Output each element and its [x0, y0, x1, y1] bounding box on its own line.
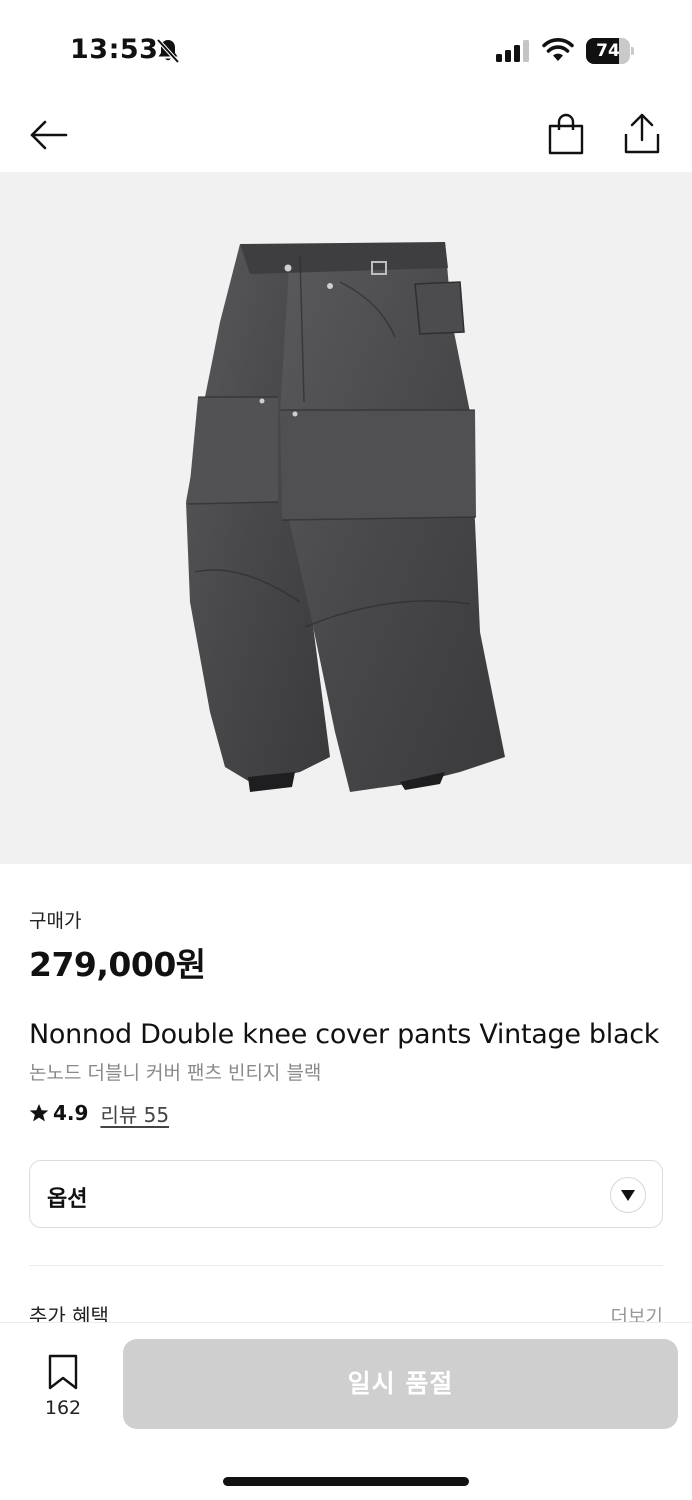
share-icon[interactable]: [620, 110, 664, 158]
bookmark-button[interactable]: 162: [38, 1353, 88, 1423]
cellular-signal-icon: [496, 40, 529, 62]
status-time: 13:53: [70, 34, 159, 65]
bell-slash-icon: [156, 38, 180, 64]
top-navigation: [0, 100, 692, 172]
dropdown-caret-icon: [610, 1177, 646, 1213]
wifi-icon: [542, 38, 574, 61]
rating-value: 4.9: [53, 1101, 89, 1125]
product-image[interactable]: [0, 172, 692, 864]
rating-row: 4.9 리뷰 55: [29, 1099, 169, 1127]
shopping-bag-icon[interactable]: [544, 112, 588, 158]
option-select[interactable]: 옵션: [29, 1160, 663, 1228]
home-indicator: [223, 1477, 469, 1486]
arrow-left-icon[interactable]: [26, 112, 72, 158]
product-price: 279,000원: [29, 945, 206, 984]
bookmark-count: 162: [44, 1397, 82, 1419]
bookmark-icon: [48, 1354, 78, 1390]
pants-illustration: [186, 242, 505, 792]
battery-icon: 74: [586, 38, 634, 64]
option-label: 옵션: [47, 1187, 88, 1212]
battery-level: 74: [596, 41, 620, 61]
product-title: Nonnod Double knee cover pants Vintage b…: [29, 1019, 660, 1050]
star-icon: [29, 1104, 49, 1122]
section-divider: [29, 1265, 663, 1266]
bottom-action-bar: 162 일시 품절: [0, 1322, 692, 1500]
status-bar: 13:53 74: [0, 0, 692, 100]
soldout-button[interactable]: 일시 품절: [123, 1339, 678, 1429]
price-label: 구매가: [29, 910, 82, 932]
review-link[interactable]: 리뷰 55: [100, 1099, 169, 1128]
product-subtitle: 논노드 더블니 커버 팬츠 빈티지 블랙: [29, 1062, 322, 1084]
